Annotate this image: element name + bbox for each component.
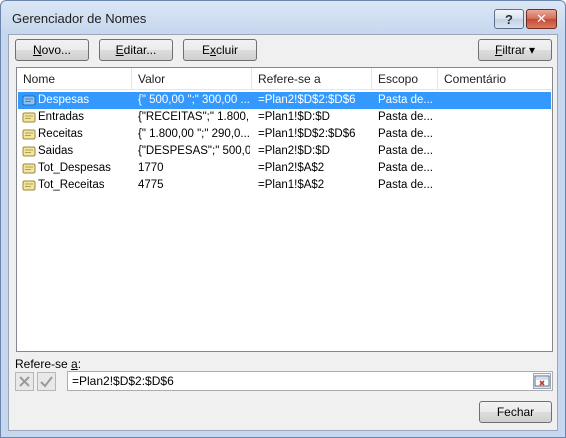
cell-comment [444, 92, 549, 109]
named-range-icon [22, 112, 36, 123]
refers-to-value: =Plan2!$D$2:$D$6 [72, 374, 174, 388]
delete-button[interactable]: Ex cluir [183, 39, 257, 61]
named-range-icon [22, 129, 36, 140]
cell-refers-to: =Plan2!$D$2:$D$6 [258, 94, 356, 106]
cell-value: {" 1.800,00 ";" 290,0... [138, 128, 250, 140]
cell-name: Receitas [38, 128, 83, 140]
cell-scope: Pasta de... [378, 111, 433, 123]
collapse-dialog-icon[interactable] [533, 373, 551, 389]
cell-refers-to: =Plan2!$A$2 [258, 162, 325, 174]
cell-name: Saidas [38, 145, 74, 157]
help-button[interactable]: ? [494, 9, 524, 29]
cell-refers-to: =Plan2!$D:$D [258, 145, 330, 157]
cell-comment [444, 160, 549, 177]
cell-refers-to: =Plan1!$A$2 [258, 179, 325, 191]
column-header-value[interactable]: Valor [132, 68, 252, 90]
table-row[interactable]: Entradas {"RECEITAS";" 1.800,... =Plan1!$D… [18, 109, 551, 126]
cell-comment [444, 126, 549, 143]
cell-scope: Pasta de... [378, 94, 433, 106]
refers-to-label: Refere-se a: [15, 357, 82, 371]
cancel-x-icon[interactable] [15, 372, 34, 391]
named-range-icon [22, 95, 36, 106]
cell-comment [444, 143, 549, 160]
column-header-scope[interactable]: Escopo [372, 68, 438, 90]
cell-refers-to: =Plan1!$D:$D [258, 111, 330, 123]
edit-button[interactable]: Editar... [99, 39, 173, 61]
cell-name: Tot_Receitas [38, 179, 105, 191]
cell-scope: Pasta de... [378, 162, 433, 174]
cell-comment [444, 109, 549, 126]
named-range-icon [22, 180, 36, 191]
column-header-name[interactable]: Nome [17, 68, 132, 90]
column-header-refers-to[interactable]: Refere-se a [252, 68, 372, 90]
table-row[interactable]: Receitas {" 1.800,00 ";" 290,0... =Plan1!$… [18, 126, 551, 143]
cell-value: {"RECEITAS";" 1.800,... [138, 111, 250, 123]
cell-name: Entradas [38, 111, 85, 123]
cell-value: 1770 [138, 162, 164, 174]
window-title: Gerenciador de Nomes [12, 11, 147, 26]
table-row[interactable]: Tot_Receitas 4775 =Plan1!$A$2 Pasta de... [18, 177, 551, 194]
name-manager-window: Gerenciador de Nomes ? ✕ Novo... Editar.… [0, 0, 566, 438]
cell-comment [444, 177, 549, 194]
title-bar[interactable]: Gerenciador de Nomes ? ✕ [1, 1, 565, 35]
table-row[interactable]: Tot_Despesas 1770 =Plan2!$A$2 Pasta de... [18, 160, 551, 177]
names-list[interactable]: Nome Valor Refere-se a Escopo Comentário… [16, 67, 553, 352]
filter-button[interactable]: Filtrar ▾ [478, 39, 552, 61]
table-row[interactable]: Despesas {" 500,00 ";" 300,00 ... =Plan2!$… [18, 92, 551, 109]
cell-scope: Pasta de... [378, 128, 433, 140]
cell-scope: Pasta de... [378, 145, 433, 157]
dialog-client-area: Novo... Editar... Ex cluir Filtrar ▾ Nome… [8, 34, 558, 431]
close-window-button[interactable]: ✕ [526, 9, 557, 29]
cell-value: {"DESPESAS";" 500,0... [138, 145, 250, 157]
cell-name: Tot_Despesas [38, 162, 111, 174]
cell-value: 4775 [138, 179, 164, 191]
named-range-icon [22, 163, 36, 174]
close-button[interactable]: Fechar [479, 401, 552, 423]
cell-name: Despesas [38, 94, 90, 106]
confirm-check-icon[interactable] [37, 372, 56, 391]
cell-scope: Pasta de... [378, 179, 433, 191]
new-button[interactable]: Novo... [15, 39, 89, 61]
list-header: Nome Valor Refere-se a Escopo Comentário [17, 68, 552, 90]
column-header-comment[interactable]: Comentário [438, 68, 552, 90]
refers-to-input[interactable]: =Plan2!$D$2:$D$6 [67, 371, 553, 391]
table-row[interactable]: Saidas {"DESPESAS";" 500,0... =Plan2!$D:$D… [18, 143, 551, 160]
cell-value: {" 500,00 ";" 300,00 ... [138, 94, 250, 106]
cell-refers-to: =Plan1!$D$2:$D$6 [258, 128, 356, 140]
named-range-icon [22, 146, 36, 157]
